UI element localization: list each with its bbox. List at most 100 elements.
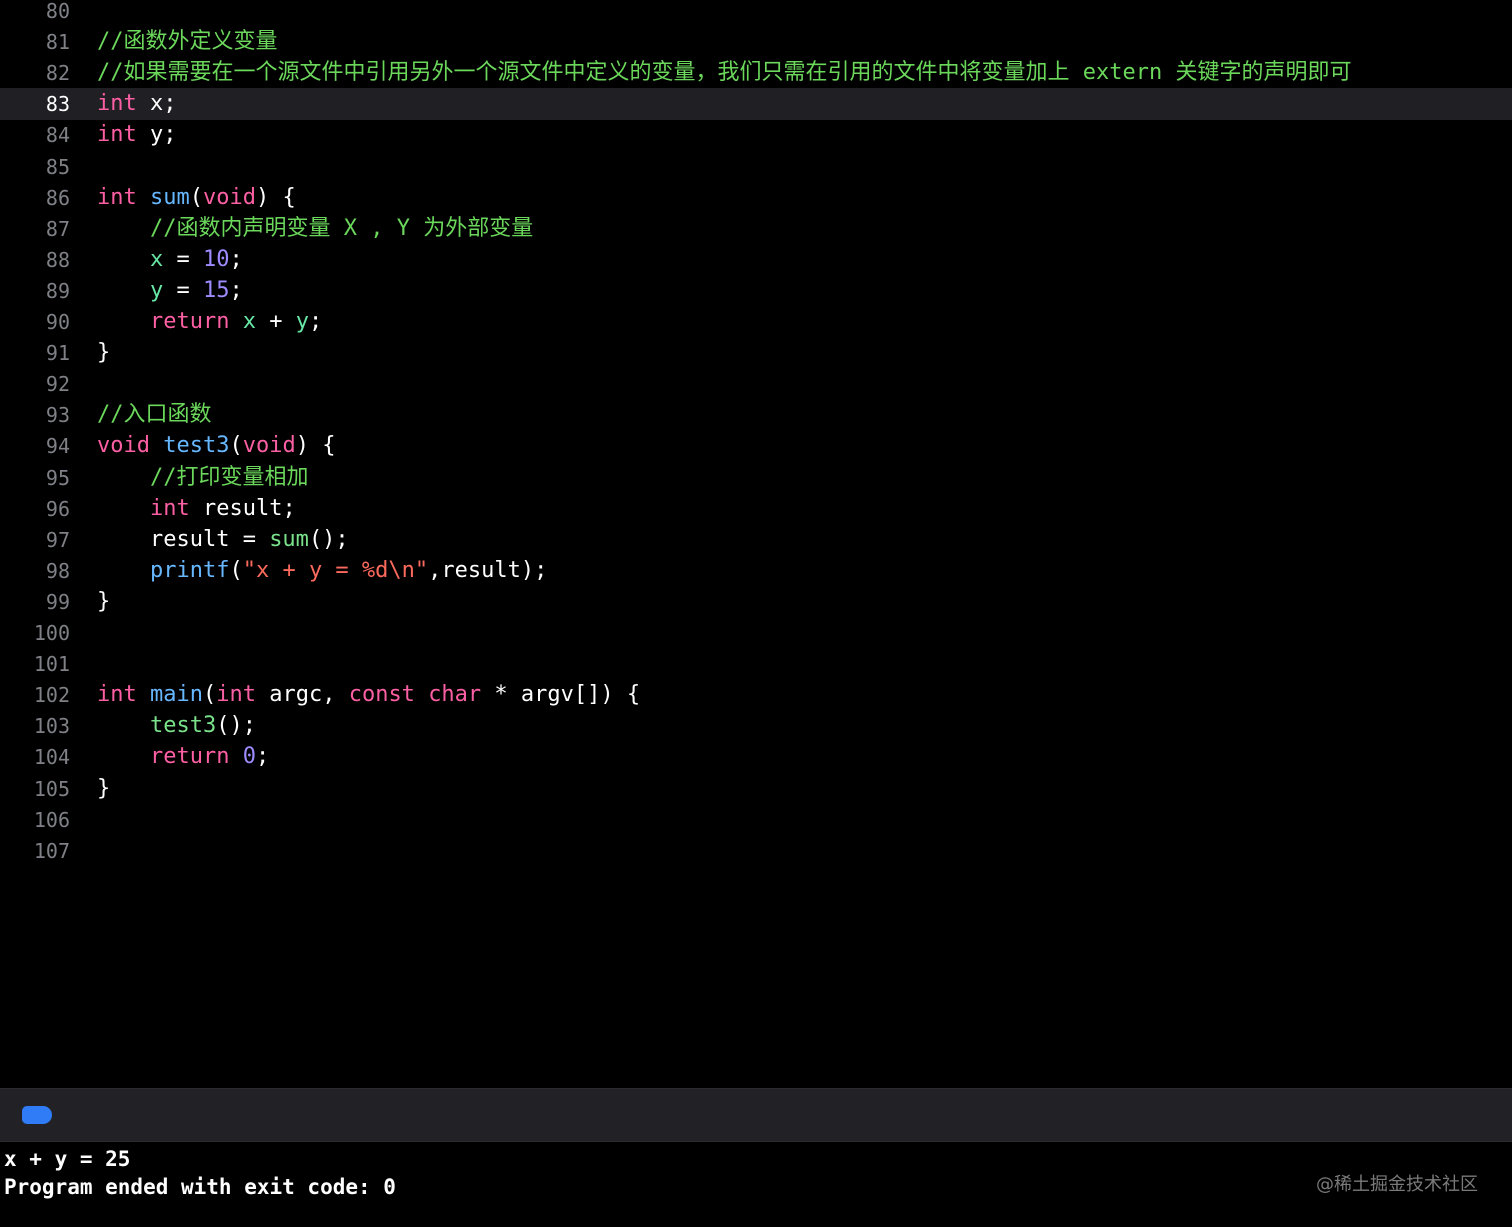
line-number: 104: [33, 745, 70, 769]
code-line[interactable]: 86 int sum(void) {: [0, 182, 1512, 214]
code-text[interactable]: }: [97, 773, 110, 805]
code-editor[interactable]: 80 81 //函数外定义变量 82 //如果需要在一个源文件中引用另外一个源文件中定义…: [0, 0, 1512, 1088]
code-line[interactable]: 99}: [0, 586, 1512, 618]
code-token-kw: void: [97, 433, 150, 458]
code-token-plain: result =: [97, 527, 270, 552]
code-line[interactable]: 94 void test3(void) {: [0, 430, 1512, 462]
code-line[interactable]: 92: [0, 368, 1512, 400]
line-number: 98: [45, 559, 70, 583]
code-text[interactable]: return 0;: [97, 741, 269, 773]
code-token-kw: int: [97, 185, 137, 210]
code-token-kw: int: [149, 496, 190, 521]
code-text[interactable]: y = 15;: [97, 275, 243, 307]
code-text[interactable]: result = sum();: [97, 524, 349, 556]
code-token-plain: ();: [308, 527, 349, 552]
code-line[interactable]: 91}: [0, 337, 1512, 369]
line-number: 91: [45, 341, 70, 365]
code-line[interactable]: 98 printf("x + y = %d\n",result);: [0, 555, 1512, 587]
code-token-plain: }: [97, 776, 111, 801]
line-number: 88: [45, 248, 70, 272]
code-token-comment: //函数外定义变量: [97, 29, 278, 54]
code-text[interactable]: //函数内声明变量 X , Y 为外部变量: [97, 213, 533, 245]
line-number: 106: [33, 808, 70, 832]
output-filter-icon[interactable]: [22, 1106, 52, 1124]
code-text[interactable]: test3();: [97, 710, 256, 742]
code-token-plain: =: [163, 247, 203, 272]
debug-console-output[interactable]: x + y = 25 Program ended with exit code:…: [0, 1142, 1512, 1227]
code-line[interactable]: 82 //如果需要在一个源文件中引用另外一个源文件中定义的变量，我们只需在引用的文…: [0, 57, 1512, 89]
code-token-plain: result;: [189, 496, 296, 521]
code-token-kw: return: [149, 309, 230, 334]
code-token-plain: (: [229, 433, 243, 458]
code-line[interactable]: 88 x = 10;: [0, 244, 1512, 276]
code-token-comment: //如果需要在一个源文件中引用另外一个源文件中定义的变量，我们只需在引用的文件中…: [97, 60, 1352, 85]
code-token-plain: * argv[]) {: [481, 682, 641, 707]
code-text[interactable]: }: [97, 337, 110, 369]
code-line[interactable]: 89 y = 15;: [0, 275, 1512, 307]
code-line[interactable]: 84 int y;: [0, 119, 1512, 151]
line-number: 99: [45, 590, 70, 614]
code-token-plain: ;: [255, 744, 270, 769]
code-line[interactable]: 95 //打印变量相加: [0, 462, 1512, 494]
code-line[interactable]: 93 //入口函数: [0, 399, 1512, 431]
code-text[interactable]: int x;: [97, 88, 177, 120]
code-text[interactable]: return x + y;: [97, 306, 322, 338]
code-line[interactable]: 101: [0, 648, 1512, 680]
code-token-var: x: [242, 309, 256, 334]
code-token-kw: const: [348, 682, 415, 707]
line-number: 81: [45, 30, 70, 54]
code-line[interactable]: 90 return x + y;: [0, 306, 1512, 338]
code-line[interactable]: 105}: [0, 773, 1512, 805]
code-line[interactable]: 106: [0, 804, 1512, 836]
code-token-var: y: [149, 278, 164, 303]
code-token-plain: ;: [229, 247, 243, 272]
code-text[interactable]: printf("x + y = %d\n",result);: [97, 555, 547, 587]
code-line[interactable]: 102 int main(int argc, const char * argv[…: [0, 679, 1512, 711]
code-token-kw: int: [97, 122, 137, 147]
code-token-plain: ) {: [295, 433, 336, 458]
code-token-plain: y;: [136, 122, 177, 147]
code-line[interactable]: 97 result = sum();: [0, 524, 1512, 556]
code-line[interactable]: 87 //函数内声明变量 X , Y 为外部变量: [0, 213, 1512, 245]
code-line[interactable]: 80: [0, 0, 1512, 27]
code-token-num: 10: [202, 247, 230, 272]
line-number: 103: [33, 714, 70, 738]
code-line[interactable]: 83 int x;: [0, 88, 1512, 120]
code-token-plain: (: [189, 185, 203, 210]
code-token-plain: x;: [136, 91, 177, 116]
code-line[interactable]: 100: [0, 617, 1512, 649]
code-text[interactable]: //入口函数: [97, 399, 212, 431]
code-text[interactable]: int main(int argc, const char * argv[]) …: [97, 679, 640, 711]
code-line[interactable]: 104 return 0;: [0, 741, 1512, 773]
code-line[interactable]: 81 //函数外定义变量: [0, 26, 1512, 58]
code-token-plain: ();: [216, 713, 256, 738]
code-text[interactable]: int sum(void) {: [97, 182, 296, 214]
code-text[interactable]: //函数外定义变量: [97, 26, 278, 58]
line-number: 97: [45, 528, 70, 552]
code-text[interactable]: void test3(void) {: [97, 430, 335, 462]
code-token-str: "x + y = %d\n": [242, 558, 429, 583]
code-text[interactable]: x = 10;: [97, 244, 243, 276]
code-text[interactable]: //打印变量相加: [97, 462, 309, 494]
code-token-num: 0: [242, 744, 256, 769]
code-token-call: sum: [269, 527, 309, 552]
code-text[interactable]: }: [97, 586, 110, 618]
code-line[interactable]: 85: [0, 151, 1512, 183]
code-text[interactable]: //如果需要在一个源文件中引用另外一个源文件中定义的变量，我们只需在引用的文件中…: [97, 57, 1351, 89]
code-text[interactable]: int y;: [97, 119, 177, 151]
code-token-func: test3: [163, 433, 230, 458]
code-token-kw: void: [242, 433, 296, 458]
code-token-kw: int: [97, 682, 137, 707]
code-line[interactable]: 103 test3();: [0, 710, 1512, 742]
code-line[interactable]: 107: [0, 835, 1512, 867]
code-text[interactable]: int result;: [97, 493, 296, 525]
code-token-func: main: [150, 682, 203, 707]
code-token-num: 15: [202, 278, 230, 303]
code-line[interactable]: 96 int result;: [0, 493, 1512, 525]
